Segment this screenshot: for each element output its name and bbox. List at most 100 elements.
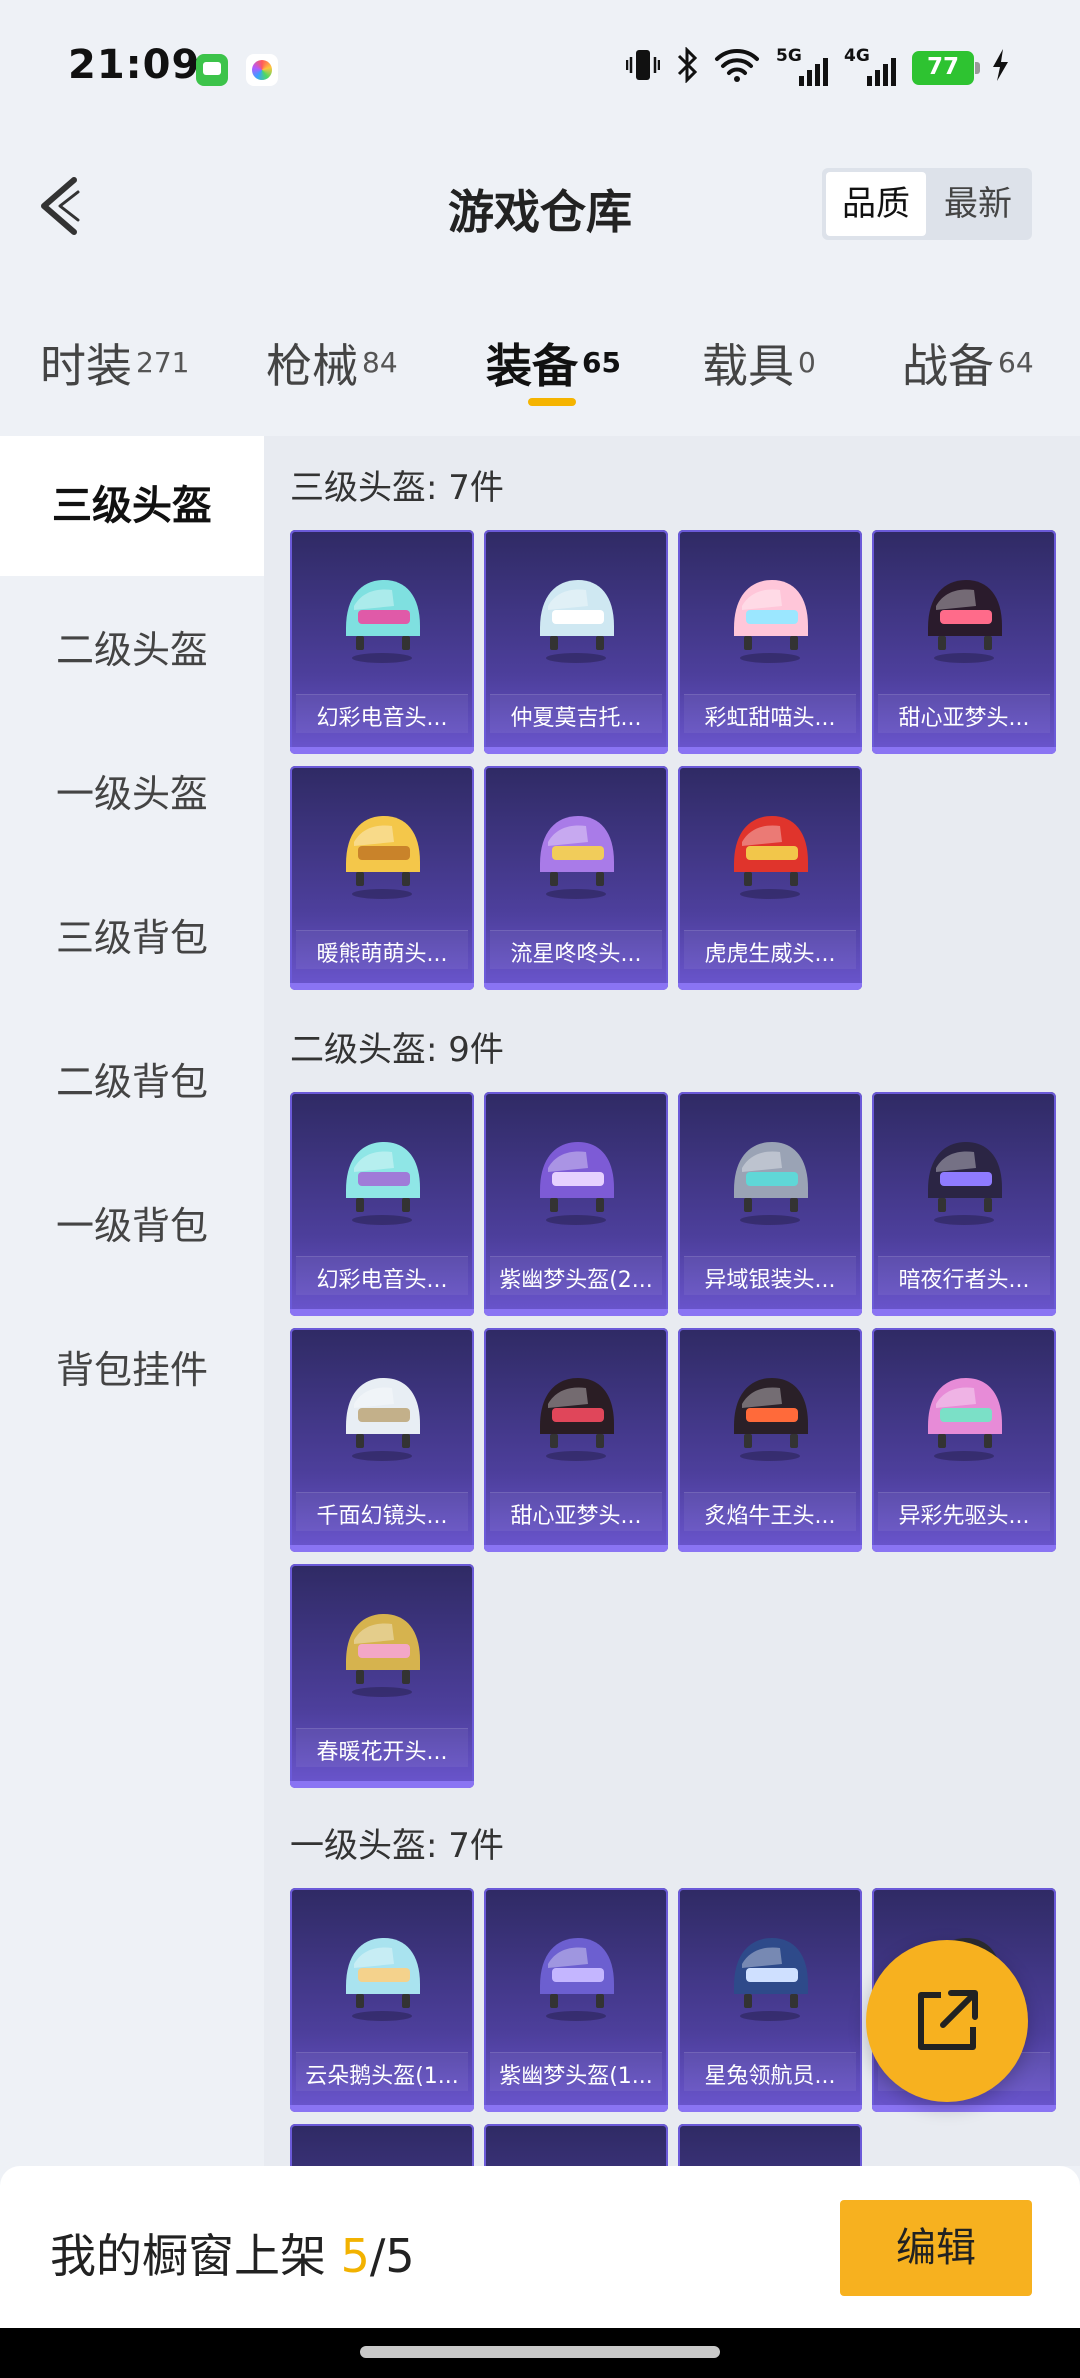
sidebar-item-level2-helmet[interactable]: 二级头盔 (0, 580, 264, 720)
item-card[interactable]: 甜心亚梦头... (872, 530, 1056, 754)
battery-icon: 77 (912, 51, 980, 85)
item-card[interactable]: 彩虹甜喵头... (678, 530, 862, 754)
item-name: 炙焰牛王头... (704, 1504, 836, 1529)
item-card[interactable] (290, 2124, 474, 2166)
section-title: 二级头盔: 9件 (290, 1030, 504, 1070)
tab-vehicles[interactable]: 载具 0 (702, 330, 816, 396)
sidebar-item-level3-helmet[interactable]: 三级头盔 (0, 436, 264, 576)
sidebar-item-level1-backpack[interactable]: 一级背包 (0, 1156, 264, 1296)
helmet-icon (928, 580, 1002, 663)
message-icon (196, 54, 228, 86)
item-card[interactable]: 春暖花开头... (290, 1564, 474, 1788)
item-name: 暗夜行者头... (898, 1268, 1030, 1293)
item-name: 甜心亚梦头... (510, 1504, 642, 1529)
showcase-count: 我的橱窗上架 5/5 (50, 2229, 415, 2283)
helmet-icon (540, 580, 614, 663)
helmet-icon (540, 1938, 614, 2021)
item-card[interactable] (678, 2124, 862, 2166)
helmet-icon (734, 1378, 808, 1461)
item-card[interactable]: 千面幻镜头... (290, 1328, 474, 1552)
item-name: 星兔领航员... (704, 2064, 836, 2089)
signal-5g-icon: 5G (776, 46, 828, 88)
item-name: 异域银装头... (704, 1268, 836, 1293)
sort-newest-button[interactable]: 最新 (928, 172, 1028, 236)
helmet-icon (928, 1142, 1002, 1225)
helmet-icon (346, 580, 420, 663)
share-icon (918, 1990, 978, 2050)
bottom-bar: 我的橱窗上架 5/5 编辑 (0, 2166, 1080, 2328)
sidebar-item-backpack-charm[interactable]: 背包挂件 (0, 1300, 264, 1440)
sidebar: 三级头盔 二级头盔 一级头盔 三级背包 二级背包 一级背包 背包挂件 (0, 436, 264, 2166)
item-name: 春暖花开头... (316, 1740, 448, 1765)
item-name: 甜心亚梦头... (898, 706, 1030, 731)
tab-fashion[interactable]: 时装 271 (40, 330, 189, 396)
section-title: 三级头盔: 7件 (290, 468, 504, 508)
bluetooth-icon (676, 46, 698, 89)
share-button[interactable] (866, 1940, 1028, 2102)
helmet-icon (540, 816, 614, 899)
tab-active-indicator (528, 398, 576, 406)
status-bar: 21:09 5G 4G 77 (0, 0, 1080, 130)
item-card[interactable]: 紫幽梦头盔(1... (484, 1888, 668, 2112)
back-button[interactable] (30, 170, 100, 240)
item-card[interactable]: 紫幽梦头盔(2... (484, 1092, 668, 1316)
item-name: 彩虹甜喵头... (704, 706, 836, 731)
helmet-icon (928, 1378, 1002, 1461)
sidebar-item-level3-backpack[interactable]: 三级背包 (0, 868, 264, 1008)
item-card[interactable]: 云朵鹅头盔(1... (290, 1888, 474, 2112)
item-card[interactable]: 异域银装头... (678, 1092, 862, 1316)
helmet-icon (734, 1142, 808, 1225)
item-name: 幻彩电音头... (316, 1268, 448, 1293)
sort-quality-button[interactable]: 品质 (826, 172, 926, 236)
item-name: 紫幽梦头盔(1... (499, 2064, 653, 2089)
item-card[interactable]: 炙焰牛王头... (678, 1328, 862, 1552)
item-card[interactable]: 虎虎生威头... (678, 766, 862, 990)
item-card[interactable]: 星兔领航员... (678, 1888, 862, 2112)
tab-weapons[interactable]: 枪械 84 (266, 330, 398, 396)
item-card[interactable]: 幻彩电音头... (290, 1092, 474, 1316)
item-card[interactable]: 甜心亚梦头... (484, 1328, 668, 1552)
section-title: 一级头盔: 7件 (290, 1826, 504, 1866)
signal-4g-icon: 4G (844, 46, 896, 88)
category-tabs: 时装 271 枪械 84 装备 65 载具 0 战备 64 (0, 300, 1080, 410)
system-nav-bar (0, 2328, 1080, 2378)
sidebar-item-level2-backpack[interactable]: 二级背包 (0, 1012, 264, 1152)
header: 游戏仓库 品质 最新 (0, 150, 1080, 260)
item-name: 云朵鹅头盔(1... (305, 2064, 459, 2089)
sort-toggle: 品质 最新 (822, 168, 1032, 240)
item-name: 幻彩电音头... (316, 706, 448, 731)
item-card[interactable]: 幻彩电音头... (290, 530, 474, 754)
tab-equipment[interactable]: 装备 65 (486, 330, 621, 396)
back-arrow-icon (41, 177, 80, 235)
helmet-icon (734, 580, 808, 663)
item-grid: 三级头盔: 7件 二级头盔: 9件 一级头盔: 7件 幻彩电音头... 仲夏莫吉托… (264, 436, 1080, 2166)
wifi-icon (714, 47, 760, 89)
helmet-icon (734, 816, 808, 899)
helmet-icon (734, 1938, 808, 2021)
status-time: 21:09 (68, 42, 201, 88)
photos-icon (246, 54, 278, 86)
helmet-icon (346, 1378, 420, 1461)
item-name: 流星咚咚头... (510, 942, 642, 967)
item-name: 仲夏莫吉托... (510, 706, 642, 731)
helmet-icon (540, 1142, 614, 1225)
home-indicator[interactable] (360, 2346, 720, 2358)
helmet-icon (346, 1938, 420, 2021)
item-name: 虎虎生威头... (704, 942, 836, 967)
item-name: 异彩先驱头... (898, 1504, 1030, 1529)
item-name: 紫幽梦头盔(2... (499, 1268, 653, 1293)
sidebar-item-level1-helmet[interactable]: 一级头盔 (0, 724, 264, 864)
item-name: 千面幻镜头... (316, 1504, 448, 1529)
item-card[interactable] (484, 2124, 668, 2166)
helmet-icon (540, 1378, 614, 1461)
item-card[interactable]: 暖熊萌萌头... (290, 766, 474, 990)
item-card[interactable]: 暗夜行者头... (872, 1092, 1056, 1316)
edit-button[interactable]: 编辑 (840, 2200, 1032, 2296)
item-name: 暖熊萌萌头... (316, 942, 448, 967)
item-card[interactable]: 异彩先驱头... (872, 1328, 1056, 1552)
item-card[interactable]: 流星咚咚头... (484, 766, 668, 990)
tab-supplies[interactable]: 战备 64 (902, 330, 1034, 396)
helmet-icon (346, 1614, 420, 1697)
helmet-icon (346, 816, 420, 899)
item-card[interactable]: 仲夏莫吉托... (484, 530, 668, 754)
